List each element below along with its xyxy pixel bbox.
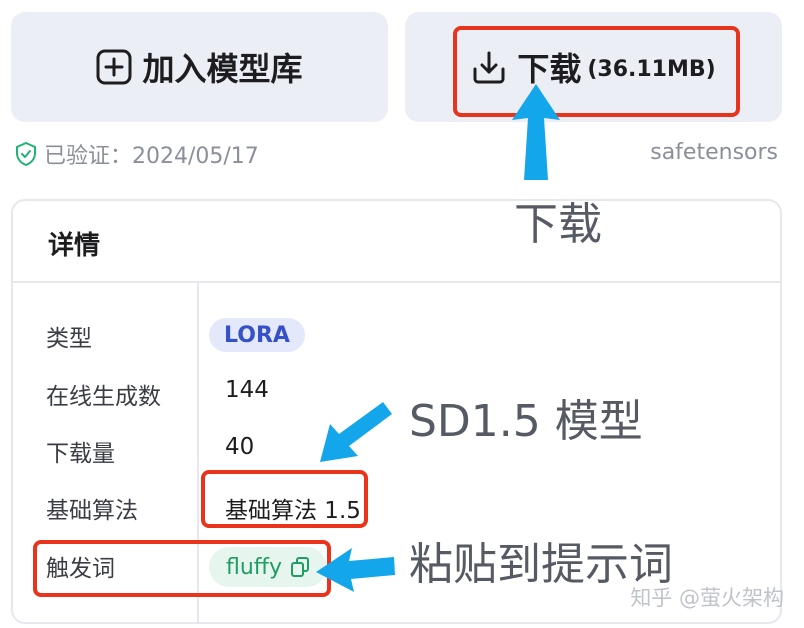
shield-check-icon — [14, 141, 38, 167]
base-model-label: 基础算法 — [46, 498, 138, 524]
online-generations-value: 144 — [225, 377, 269, 403]
verified-text: 已验证：2024/05/17 — [44, 144, 259, 169]
add-to-library-label: 加入模型库 — [142, 50, 303, 88]
base-model-highlight-box — [201, 470, 368, 528]
trigger-word-highlight-box — [33, 540, 331, 597]
watermark: 知乎 @萤火架构 — [630, 586, 784, 610]
online-generations-label: 在线生成数 — [46, 384, 161, 410]
sd-model-annotation: SD1.5 模型 — [409, 396, 643, 447]
verified-status: 已验证：2024/05/17 — [14, 138, 259, 170]
download-annotation: 下载 — [514, 199, 602, 250]
details-title: 详情 — [48, 231, 101, 261]
file-format: safetensors — [650, 140, 778, 165]
type-badge: LORA — [209, 318, 305, 352]
type-label: 类型 — [46, 326, 92, 352]
download-highlight-box — [453, 26, 740, 117]
add-to-library-button[interactable]: 加入模型库 — [11, 12, 388, 122]
downloads-value: 40 — [225, 434, 255, 460]
downloads-label: 下载量 — [46, 441, 115, 467]
plus-square-icon — [96, 49, 132, 85]
divider — [13, 281, 780, 283]
